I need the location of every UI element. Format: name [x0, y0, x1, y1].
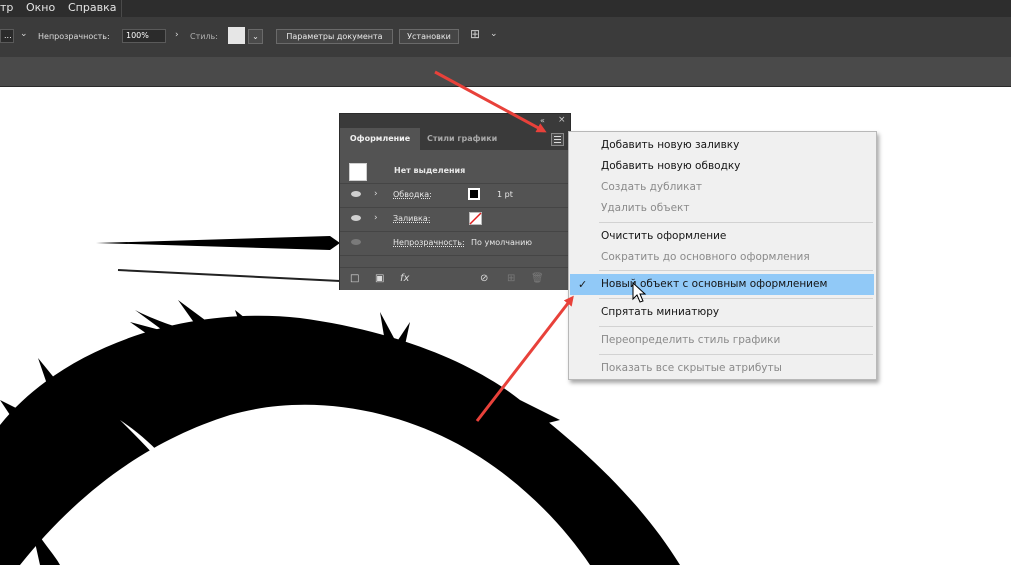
menu-item-label: Добавить новую обводку	[601, 160, 741, 172]
clear-appearance-icon[interactable]: ⊘	[480, 273, 488, 284]
checkmark-icon: ✓	[578, 278, 588, 291]
eye-icon[interactable]	[351, 239, 361, 245]
menu-item-label: Новый объект с основным оформлением	[601, 278, 828, 290]
menu-remove-item[interactable]: Удалить объект	[569, 198, 876, 219]
menu-item-label: Удалить объект	[601, 202, 690, 214]
opacity-input[interactable]: 100%	[122, 29, 166, 43]
collapse-icon[interactable]: «	[540, 116, 545, 125]
close-icon[interactable]: ×	[558, 115, 566, 125]
menu-add-new-fill[interactable]: Добавить новую заливку	[569, 135, 876, 156]
menu-redefine-graphic-style[interactable]: Переопределить стиль графики	[569, 330, 876, 351]
menu-add-new-stroke[interactable]: Добавить новую обводку	[569, 156, 876, 177]
opacity-label[interactable]: Непрозрачность:	[393, 238, 465, 247]
chevron-right-icon[interactable]: ›	[175, 30, 179, 40]
fx-icon[interactable]: fx	[400, 273, 409, 284]
menu-item-label: Очистить оформление	[601, 230, 727, 242]
appearance-panel: « × Оформление Стили графики Нет выделен…	[339, 113, 571, 290]
stroke-label[interactable]: Обводка:	[393, 190, 432, 199]
menu-item-label: Показать все скрытые атрибуты	[601, 362, 782, 374]
menu-separator	[599, 270, 873, 271]
menu-new-art-basic-appearance[interactable]: ✓ Новый объект с основным оформлением	[570, 274, 874, 295]
arrange-documents-icon[interactable]: ⊞	[470, 27, 480, 41]
chevron-right-icon[interactable]: ›	[374, 213, 378, 223]
menu-item-label: Переопределить стиль графики	[601, 334, 781, 346]
panel-tabs: Оформление Стили графики	[340, 128, 570, 150]
doc-settings-button[interactable]: Параметры документа	[276, 29, 393, 44]
no-selection-row: Нет выделения	[340, 160, 570, 184]
control-bar: ... ⌄ Непрозрачность: 100% › Стиль: ⌄ Па…	[0, 17, 1011, 57]
stroke-weight[interactable]: 1 pt	[497, 190, 513, 199]
tab-appearance[interactable]: Оформление	[340, 128, 420, 150]
menu-hide-thumbnail[interactable]: Спрятать миниатюру	[569, 302, 876, 323]
panel-flyout-menu: Добавить новую заливку Добавить новую об…	[568, 131, 877, 380]
no-selection-label: Нет выделения	[394, 166, 466, 175]
stroke-swatch[interactable]	[468, 188, 480, 200]
chevron-down-icon[interactable]: ⌄	[20, 29, 28, 39]
duplicate-icon[interactable]: ⊞	[507, 273, 515, 284]
panel-menu-button[interactable]	[551, 133, 564, 146]
menu-item-window[interactable]: Окно	[26, 1, 55, 14]
menu-separator	[599, 298, 873, 299]
menu-separator	[599, 326, 873, 327]
opacity-value: По умолчанию	[471, 238, 533, 247]
style-swatch[interactable]	[228, 27, 245, 44]
style-label: Стиль:	[190, 32, 218, 41]
document-tab-bar	[0, 57, 1011, 87]
menu-divider	[121, 0, 122, 17]
trash-icon[interactable]: 🗑	[531, 273, 544, 284]
panel-bottom-bar: □ ▣ fx ⊘ ⊞ 🗑	[340, 267, 570, 290]
menu-duplicate-item[interactable]: Создать дубликат	[569, 177, 876, 198]
opacity-row[interactable]: Непрозрачность: По умолчанию	[340, 232, 570, 256]
chevron-down-icon[interactable]: ⌄	[248, 29, 263, 44]
menu-separator	[599, 222, 873, 223]
stroke-row[interactable]: › Обводка: 1 pt	[340, 184, 570, 208]
add-fill-icon[interactable]: ▣	[375, 273, 384, 284]
menu-bar: тр Окно Справка	[0, 0, 1011, 17]
hamburger-icon	[554, 136, 561, 137]
menu-item-label: Спрятать миниатюру	[601, 306, 720, 318]
menu-item-label: Добавить новую заливку	[601, 139, 740, 151]
fill-label[interactable]: Заливка:	[393, 214, 431, 223]
eye-icon[interactable]	[351, 215, 361, 221]
chevron-right-icon[interactable]: ›	[374, 189, 378, 199]
menu-separator	[599, 354, 873, 355]
menu-reduce-to-basic[interactable]: Сократить до основного оформления	[569, 247, 876, 268]
menu-item-label: Создать дубликат	[601, 181, 703, 193]
panel-titlebar[interactable]: « ×	[340, 114, 570, 128]
menu-show-all-hidden-attributes[interactable]: Показать все скрытые атрибуты	[569, 358, 876, 379]
preferences-button[interactable]: Установки	[399, 29, 459, 44]
menu-clear-appearance[interactable]: Очистить оформление	[569, 226, 876, 247]
menu-item-label: Сократить до основного оформления	[601, 251, 810, 263]
eye-icon[interactable]	[351, 191, 361, 197]
fill-row[interactable]: › Заливка:	[340, 208, 570, 232]
opacity-label: Непрозрачность:	[38, 32, 110, 41]
thumbnail-swatch	[349, 163, 367, 181]
menu-item-help[interactable]: Справка	[68, 1, 116, 14]
chevron-down-icon[interactable]: ⌄	[490, 29, 498, 39]
tab-graphic-styles[interactable]: Стили графики	[427, 128, 497, 150]
menu-item-view[interactable]: тр	[0, 1, 13, 14]
fill-none-swatch[interactable]	[469, 212, 482, 225]
left-field[interactable]: ...	[0, 29, 14, 43]
add-stroke-icon[interactable]: □	[350, 273, 359, 284]
